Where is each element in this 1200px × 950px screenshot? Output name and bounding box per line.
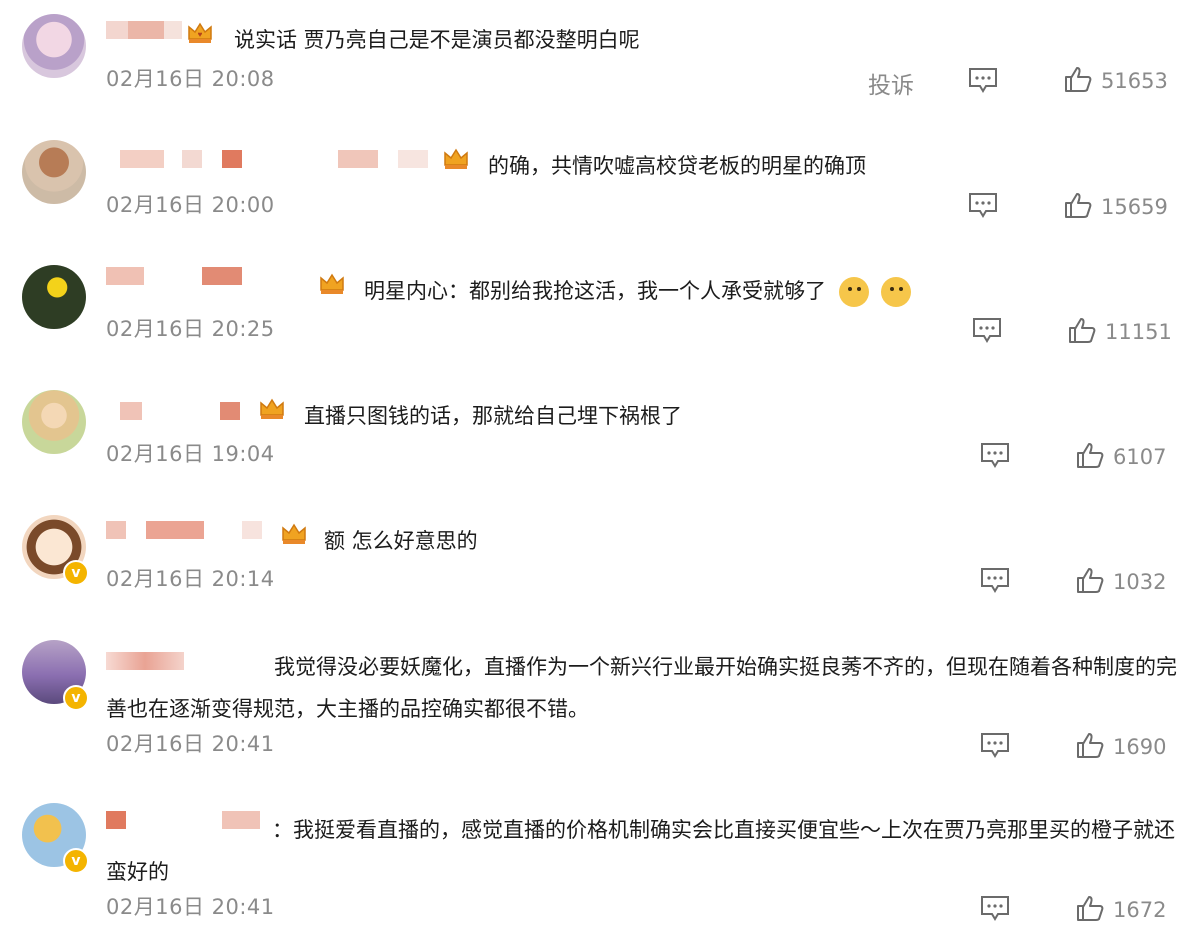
comment-text: 直播只图钱的话，那就给自己埋下祸根了: [304, 404, 682, 428]
avatar[interactable]: [22, 390, 86, 454]
like-icon[interactable]: [1068, 316, 1096, 344]
comment-text: 额 怎么好意思的: [324, 529, 478, 553]
like-icon[interactable]: [1064, 65, 1092, 93]
username-blurred[interactable]: [106, 267, 306, 289]
comment-text: 明星内心：都别给我抢这活，我一个人承受就够了: [364, 279, 826, 303]
like-icon[interactable]: [1076, 441, 1104, 469]
username-blurred[interactable]: [106, 652, 196, 674]
like-icon[interactable]: [1076, 894, 1104, 922]
username-blurred[interactable]: [106, 811, 276, 833]
reply-icon[interactable]: [972, 317, 1002, 343]
report-button[interactable]: 投诉: [868, 66, 914, 100]
doge-emoji: [881, 277, 912, 307]
avatar[interactable]: [22, 140, 86, 204]
like-count: 11151: [1105, 320, 1172, 344]
verified-badge: v: [63, 560, 89, 586]
reply-icon[interactable]: [968, 67, 998, 93]
like-count: 51653: [1101, 69, 1168, 93]
verified-badge: v: [63, 685, 89, 711]
comment-text: 说实话 贾乃亮自己是不是演员都没整明白呢: [234, 28, 640, 52]
like-icon[interactable]: [1076, 731, 1104, 759]
comment-time: 02月16日 20:41: [106, 895, 275, 919]
avatar[interactable]: [22, 265, 86, 329]
like-icon[interactable]: [1064, 191, 1092, 219]
like-count: 6107: [1113, 445, 1167, 469]
verified-badge: v: [63, 848, 89, 874]
like-count: 1672: [1113, 898, 1167, 922]
comment-text: 我觉得没必要妖魔化，直播作为一个新兴行业最开始确实挺良莠不齐的，但现在随着各种制…: [106, 655, 1177, 721]
username-blurred[interactable]: [120, 150, 440, 172]
reply-icon[interactable]: [980, 567, 1010, 593]
reply-icon[interactable]: [980, 895, 1010, 921]
username-blurred[interactable]: [106, 521, 276, 543]
comment-time: 02月16日 20:08: [106, 67, 275, 91]
reply-icon[interactable]: [980, 732, 1010, 758]
crown-icon: [320, 273, 344, 294]
comment-text: 的确，共情吹嘘高校贷老板的明星的确顶: [488, 154, 866, 178]
comment-time: 02月16日 19:04: [106, 442, 275, 466]
avatar[interactable]: [22, 14, 86, 78]
username-blurred[interactable]: [120, 402, 260, 424]
like-count: 1032: [1113, 570, 1167, 594]
svg-text:♥: ♥: [198, 30, 203, 39]
comment-time: 02月16日 20:41: [106, 732, 275, 756]
reply-icon[interactable]: [980, 442, 1010, 468]
comment-time: 02月16日 20:00: [106, 193, 275, 217]
crown-icon: ♥: [188, 22, 212, 43]
like-count: 15659: [1101, 195, 1168, 219]
comment-time: 02月16日 20:25: [106, 317, 275, 341]
crown-icon: [444, 148, 468, 169]
like-icon[interactable]: [1076, 566, 1104, 594]
doge-emoji: [838, 277, 869, 307]
crown-icon: [260, 398, 284, 419]
comment-time: 02月16日 20:14: [106, 567, 275, 591]
crown-icon: [282, 523, 306, 544]
like-count: 1690: [1113, 735, 1167, 759]
reply-icon[interactable]: [968, 192, 998, 218]
